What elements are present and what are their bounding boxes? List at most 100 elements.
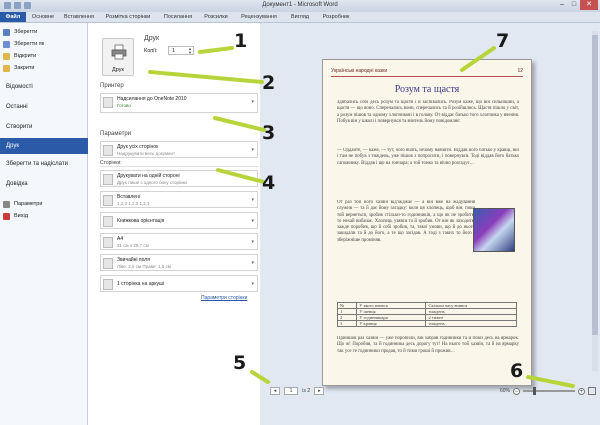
- story-paragraph: Здибались собі десь розум та щастя і й з…: [337, 100, 519, 124]
- nav-options-label: Параметри: [14, 201, 43, 207]
- pages-per-sheet-select[interactable]: 1 сторінка на аркуші ▾: [100, 275, 258, 292]
- ribbon-tabs: Файл Основне Вставлення Розмітка сторінк…: [0, 12, 600, 23]
- portrait-icon: [103, 216, 113, 227]
- printer-select[interactable]: Надсилання до OneNote 2010 Готово ▾: [100, 93, 258, 113]
- tab-developer[interactable]: Розробник: [316, 12, 356, 22]
- nav-info[interactable]: Відомості: [0, 79, 88, 95]
- chevron-down-icon: ▾: [251, 99, 254, 105]
- minimize-button[interactable]: –: [556, 0, 568, 10]
- printer-icon: [111, 44, 127, 60]
- preview-table: № У якого вчився Скільки часу вчився 1 У шев…: [336, 302, 517, 327]
- copies-value: 1: [172, 48, 176, 54]
- previous-page-button[interactable]: ◂: [270, 387, 280, 395]
- nav-save-as[interactable]: Зберегти як: [0, 39, 88, 50]
- nav-new[interactable]: Створити: [0, 119, 88, 135]
- nav-save-as-label: Зберегти як: [14, 41, 45, 47]
- nav-print[interactable]: Друк: [0, 138, 88, 154]
- current-page-input[interactable]: 1: [284, 387, 298, 395]
- print-sides-select[interactable]: Друкувати на одній стороні Друк лише з о…: [100, 170, 258, 187]
- printer-heading: Принтер: [100, 83, 124, 89]
- pages-icon: [103, 145, 113, 156]
- nav-help[interactable]: Довідка: [0, 176, 88, 192]
- tab-file[interactable]: Файл: [0, 12, 26, 22]
- table-row: 3У кравця тиждень: [336, 320, 517, 327]
- scrollbar-thumb[interactable]: [592, 35, 598, 335]
- page-header-number: 12: [517, 68, 523, 74]
- story-paragraph: Прийшов раз хазяїн — уже поробили, він з…: [337, 336, 519, 354]
- copies-spinner-icon[interactable]: ▲ ▼: [188, 47, 192, 55]
- print-range-select[interactable]: Друк усіх сторінок Надрукувати весь доку…: [100, 141, 258, 158]
- save-icon: [3, 29, 10, 36]
- tab-mailings[interactable]: Розсилки: [198, 12, 234, 22]
- zoom-to-page-icon[interactable]: [588, 387, 596, 395]
- collate-sub: 1,2,3 1,2,3 1,2,3: [117, 201, 150, 206]
- tab-review[interactable]: Рецензування: [234, 12, 284, 22]
- close-window-button[interactable]: ✕: [580, 0, 598, 10]
- zoom-level[interactable]: 60%: [500, 388, 510, 394]
- zoom-out-icon[interactable]: −: [513, 387, 520, 395]
- margins-icon: [103, 258, 113, 269]
- tab-page-layout[interactable]: Розмітка сторінки: [98, 12, 158, 22]
- zoom-slider-thumb[interactable]: [533, 387, 536, 395]
- paper-size-label: A4: [117, 236, 124, 242]
- story-paragraph: — Оддайте, — каже, — тут, чого вчать, ні…: [337, 148, 519, 166]
- nav-save-send[interactable]: Зберегти та надіслати: [0, 156, 88, 172]
- collate-select[interactable]: Вставлені 1,2,3 1,2,3 1,2,3 ▾: [100, 191, 258, 208]
- chevron-down-icon: ▾: [251, 197, 254, 203]
- paper-size-sub: 21 см x 29,7 см: [117, 243, 149, 248]
- nav-save[interactable]: Зберегти: [0, 27, 88, 38]
- table-cell: У кравця: [356, 320, 427, 327]
- window-controls: – □ ✕: [556, 0, 598, 10]
- copies-input[interactable]: 1 ▲ ▼: [168, 46, 194, 55]
- backstage-nav: Зберегти Зберегти як Відкрити Закрити Ві…: [0, 23, 88, 425]
- pages-per-sheet-label: 1 сторінка на аркуші: [117, 281, 165, 287]
- page-header: Українські народні казки 12: [331, 68, 523, 77]
- nav-close[interactable]: Закрити: [0, 63, 88, 74]
- annotation-4: 4: [262, 172, 276, 194]
- collate-icon: [103, 195, 113, 206]
- tab-view[interactable]: Вигляд: [284, 12, 316, 22]
- annotation-1: 1: [234, 30, 248, 52]
- printer-device-icon: [103, 97, 113, 108]
- margins-select[interactable]: Звичайні поля Ліве: 2,5 см Праве: 1,5 см…: [100, 254, 258, 271]
- nav-open[interactable]: Відкрити: [0, 51, 88, 62]
- margins-sub: Ліве: 2,5 см Праве: 1,5 см: [117, 264, 171, 269]
- table-cell: 3: [336, 320, 358, 327]
- zoom-slider[interactable]: [523, 387, 575, 395]
- orientation-label: Книжкова орієнтація: [117, 218, 165, 224]
- tab-insert[interactable]: Вставлення: [60, 12, 98, 22]
- page-navigator: ◂ 1 із 2 ▸: [270, 387, 325, 395]
- print-button[interactable]: Друк: [102, 38, 134, 76]
- annotation-2: 2: [262, 72, 276, 94]
- collate-label: Вставлені: [117, 194, 140, 200]
- preview-scrollbar[interactable]: [592, 31, 598, 371]
- print-preview: Українські народні казки 12 Розум та щас…: [260, 23, 600, 425]
- zoom-in-icon[interactable]: +: [578, 387, 585, 395]
- nav-recent[interactable]: Останні: [0, 99, 88, 115]
- nav-options[interactable]: Параметри: [0, 199, 88, 210]
- annotation-6: 6: [510, 360, 524, 382]
- paper-size-select[interactable]: A4 21 см x 29,7 см ▾: [100, 233, 258, 250]
- print-range-label: Друк усіх сторінок: [117, 144, 159, 150]
- print-sides-sub: Друк лише з одного боку сторінки: [117, 180, 187, 185]
- copies-label: Копії:: [144, 48, 158, 54]
- options-icon: [3, 201, 10, 208]
- next-page-button[interactable]: ▸: [314, 387, 325, 395]
- orientation-select[interactable]: Книжкова орієнтація ▾: [100, 212, 258, 229]
- folder-icon: [3, 53, 10, 60]
- print-sides-label: Друкувати на одній стороні: [117, 173, 180, 179]
- one-side-icon: [103, 174, 113, 185]
- chevron-down-icon: ▾: [251, 239, 254, 245]
- annotation-3: 3: [262, 122, 276, 144]
- maximize-button[interactable]: □: [568, 0, 580, 10]
- margins-label: Звичайні поля: [117, 257, 150, 263]
- save-as-icon: [3, 41, 10, 48]
- page-setup-link[interactable]: Параметри сторінки: [201, 295, 247, 301]
- nav-open-label: Відкрити: [14, 53, 37, 59]
- tab-home[interactable]: Основне: [26, 12, 60, 22]
- nav-exit[interactable]: Вихід: [0, 211, 88, 222]
- chevron-down-icon: ▾: [251, 281, 254, 287]
- page-total: із 2: [302, 388, 311, 394]
- print-range-sub: Надрукувати весь документ: [117, 151, 176, 156]
- tab-references[interactable]: Посилання: [158, 12, 198, 22]
